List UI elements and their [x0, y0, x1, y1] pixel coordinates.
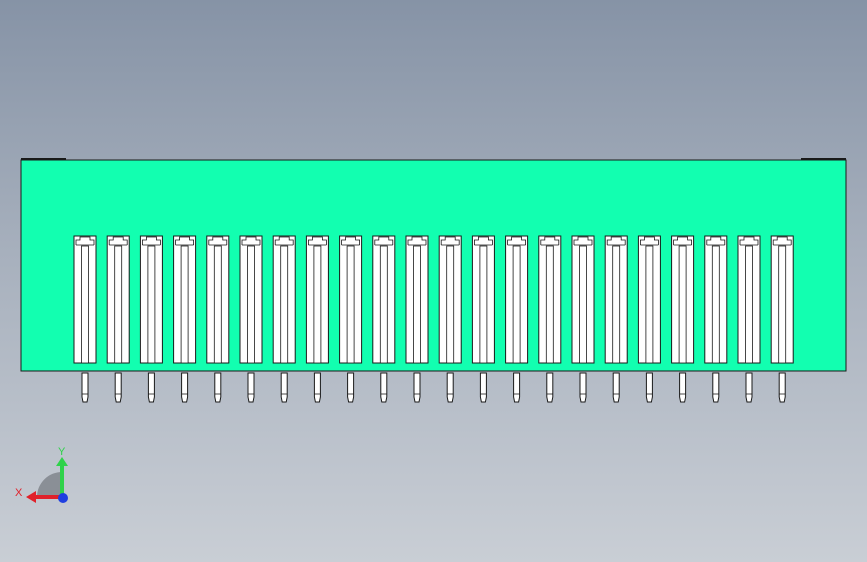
- contact-pin: [347, 372, 355, 403]
- contact-slot: [272, 235, 296, 364]
- contact-slot: [305, 235, 329, 364]
- contact-pin: [247, 372, 255, 403]
- y-axis-label: Y: [58, 446, 66, 458]
- pin-shape: [612, 372, 620, 403]
- connector-model[interactable]: [20, 158, 847, 403]
- pin-shape: [645, 372, 653, 403]
- contact-blade: [645, 245, 654, 364]
- contact-slot: [438, 235, 462, 364]
- contact-pin: [546, 372, 554, 403]
- contact-slot: [173, 235, 197, 364]
- pin-shape: [347, 372, 355, 403]
- contact-blade: [147, 245, 156, 364]
- x-axis-label: X: [15, 487, 23, 499]
- pin-shape: [579, 372, 587, 403]
- contact-slot: [471, 235, 495, 364]
- contact-blade: [313, 245, 322, 364]
- contact-pin: [679, 372, 687, 403]
- contact-slot: [571, 235, 595, 364]
- pin-shape: [214, 372, 222, 403]
- contact-slot: [671, 235, 695, 364]
- pin-shape: [114, 372, 122, 403]
- contact-pin: [313, 372, 321, 403]
- model-view[interactable]: X Y: [0, 0, 867, 562]
- contact-blade: [778, 245, 787, 364]
- contact-slot: [538, 235, 562, 364]
- contact-pin: [280, 372, 288, 403]
- contact-blade: [180, 245, 189, 364]
- contact-blade: [114, 245, 123, 364]
- pin-shape: [413, 372, 421, 403]
- contact-blade: [280, 245, 289, 364]
- pin-shape: [479, 372, 487, 403]
- contact-pin: [712, 372, 720, 403]
- contact-pins: [81, 372, 786, 403]
- triad-sector: [37, 472, 62, 497]
- pin-shape: [745, 372, 753, 403]
- contact-slot: [339, 235, 363, 364]
- contact-slot: [704, 235, 728, 364]
- contact-blade: [81, 245, 89, 364]
- contact-slot: [604, 235, 628, 364]
- contact-blade: [413, 245, 421, 364]
- contact-pin: [181, 372, 189, 403]
- contact-blade: [545, 245, 554, 364]
- contact-blade: [711, 245, 720, 364]
- contact-pin: [479, 372, 487, 403]
- pin-shape: [313, 372, 321, 403]
- contact-blade: [745, 245, 753, 364]
- contact-slot: [737, 235, 761, 364]
- contact-pin: [114, 372, 122, 403]
- axis-triad[interactable]: X Y: [15, 446, 68, 503]
- contact-blade: [612, 245, 621, 364]
- contact-pin: [612, 372, 620, 403]
- pin-shape: [778, 372, 786, 403]
- contact-pin: [81, 372, 89, 403]
- pin-shape: [181, 372, 189, 403]
- contact-pin: [778, 372, 786, 403]
- contact-blade: [213, 245, 222, 364]
- contact-slot: [139, 235, 163, 364]
- contact-pin: [513, 372, 521, 403]
- contact-slot: [637, 235, 661, 364]
- contact-pin: [745, 372, 753, 403]
- pin-shape: [513, 372, 521, 403]
- contact-blade: [479, 245, 488, 364]
- contact-slot: [106, 235, 130, 364]
- pin-shape: [679, 372, 687, 403]
- contact-pin: [147, 372, 155, 403]
- pin-shape: [247, 372, 255, 403]
- z-axis-dot: [58, 493, 68, 503]
- pin-shape: [446, 372, 454, 403]
- y-axis-arrowhead: [56, 457, 68, 466]
- contact-pin: [413, 372, 421, 403]
- x-axis-arrowhead: [26, 491, 36, 503]
- pin-shape: [380, 372, 388, 403]
- contact-pin: [446, 372, 454, 403]
- contact-pin: [380, 372, 388, 403]
- pin-shape: [280, 372, 288, 403]
- pin-shape: [81, 372, 89, 403]
- contact-blade: [579, 245, 587, 364]
- 3d-viewport[interactable]: X Y: [0, 0, 867, 562]
- contact-blade: [678, 245, 687, 364]
- pin-shape: [546, 372, 554, 403]
- pin-shape: [147, 372, 155, 403]
- contact-blade: [247, 245, 255, 364]
- contact-slot: [405, 235, 429, 364]
- contact-pin: [214, 372, 222, 403]
- contact-slot: [206, 235, 230, 364]
- contact-blade: [346, 245, 355, 364]
- contact-slot: [505, 235, 529, 364]
- pin-shape: [712, 372, 720, 403]
- contact-slot: [239, 235, 263, 364]
- contact-blade: [512, 245, 521, 364]
- contact-slot: [372, 235, 396, 364]
- contact-pin: [645, 372, 653, 403]
- contact-pin: [579, 372, 587, 403]
- contact-blade: [446, 245, 455, 364]
- contact-slot: [73, 235, 97, 364]
- contact-slot: [770, 235, 794, 364]
- contact-blade: [379, 245, 388, 364]
